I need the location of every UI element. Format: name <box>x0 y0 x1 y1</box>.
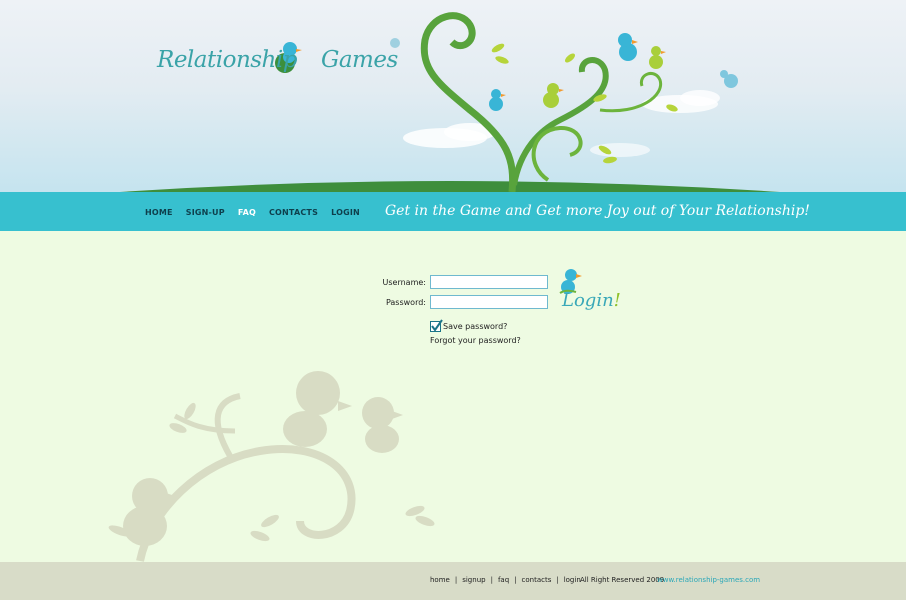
logo-word-games: Games <box>320 47 398 73</box>
password-input[interactable] <box>430 295 548 309</box>
login-button-label: Login <box>562 290 614 311</box>
checkmark-icon <box>431 319 443 332</box>
save-password-checkbox[interactable] <box>430 319 443 332</box>
nav-bar: HOME SIGN-UP FAQ CONTACTS LOGIN Get in t… <box>0 192 906 231</box>
login-button[interactable]: Login! <box>562 290 621 311</box>
copyright-text: All Right Reserved 2009 <box>580 576 665 584</box>
bird-icon <box>489 89 506 111</box>
forgot-password-link[interactable]: Forgot your password? <box>430 336 521 345</box>
bird-icon <box>720 70 738 88</box>
nav-contacts[interactable]: CONTACTS <box>269 208 318 217</box>
footer-link-login[interactable]: login <box>564 576 581 584</box>
logo-word-relationship: Relationship <box>157 47 297 73</box>
save-password-label: Save password? <box>443 322 508 331</box>
bird-icon <box>618 33 638 61</box>
footer-separator: | <box>454 576 458 584</box>
footer-separator: | <box>490 576 493 584</box>
footer-link-faq[interactable]: faq <box>498 576 509 584</box>
header: Relationship Games <box>0 0 906 192</box>
logo[interactable]: Relationship Games <box>157 47 398 73</box>
username-label: Username: <box>382 278 426 287</box>
nav-login[interactable]: LOGIN <box>331 208 360 217</box>
nav-faq[interactable]: FAQ <box>238 208 256 217</box>
tagline: Get in the Game and Get more Joy out of … <box>385 203 810 219</box>
footer-separator: | <box>514 576 517 584</box>
username-input[interactable] <box>430 275 548 289</box>
site-link[interactable]: www.relationship-games.com <box>657 576 760 584</box>
login-exclaim: ! <box>613 290 621 311</box>
footer-link-contacts[interactable]: contacts <box>522 576 552 584</box>
footer-separator: | <box>556 576 559 584</box>
footer-link-signup[interactable]: signup <box>462 576 485 584</box>
bird-icon <box>649 46 666 69</box>
footer-links: home | signup | faq | contacts | login <box>430 576 581 584</box>
password-label: Password: <box>385 298 426 307</box>
footer: home | signup | faq | contacts | login All Right… <box>0 562 906 600</box>
bird-icon <box>543 83 564 108</box>
footer-link-home[interactable]: home <box>430 576 450 584</box>
nav-home[interactable]: HOME <box>145 208 173 217</box>
header-illustration <box>120 12 780 192</box>
nav-sign-up[interactable]: SIGN-UP <box>186 208 225 217</box>
main-nav: HOME SIGN-UP FAQ CONTACTS LOGIN <box>145 208 373 217</box>
